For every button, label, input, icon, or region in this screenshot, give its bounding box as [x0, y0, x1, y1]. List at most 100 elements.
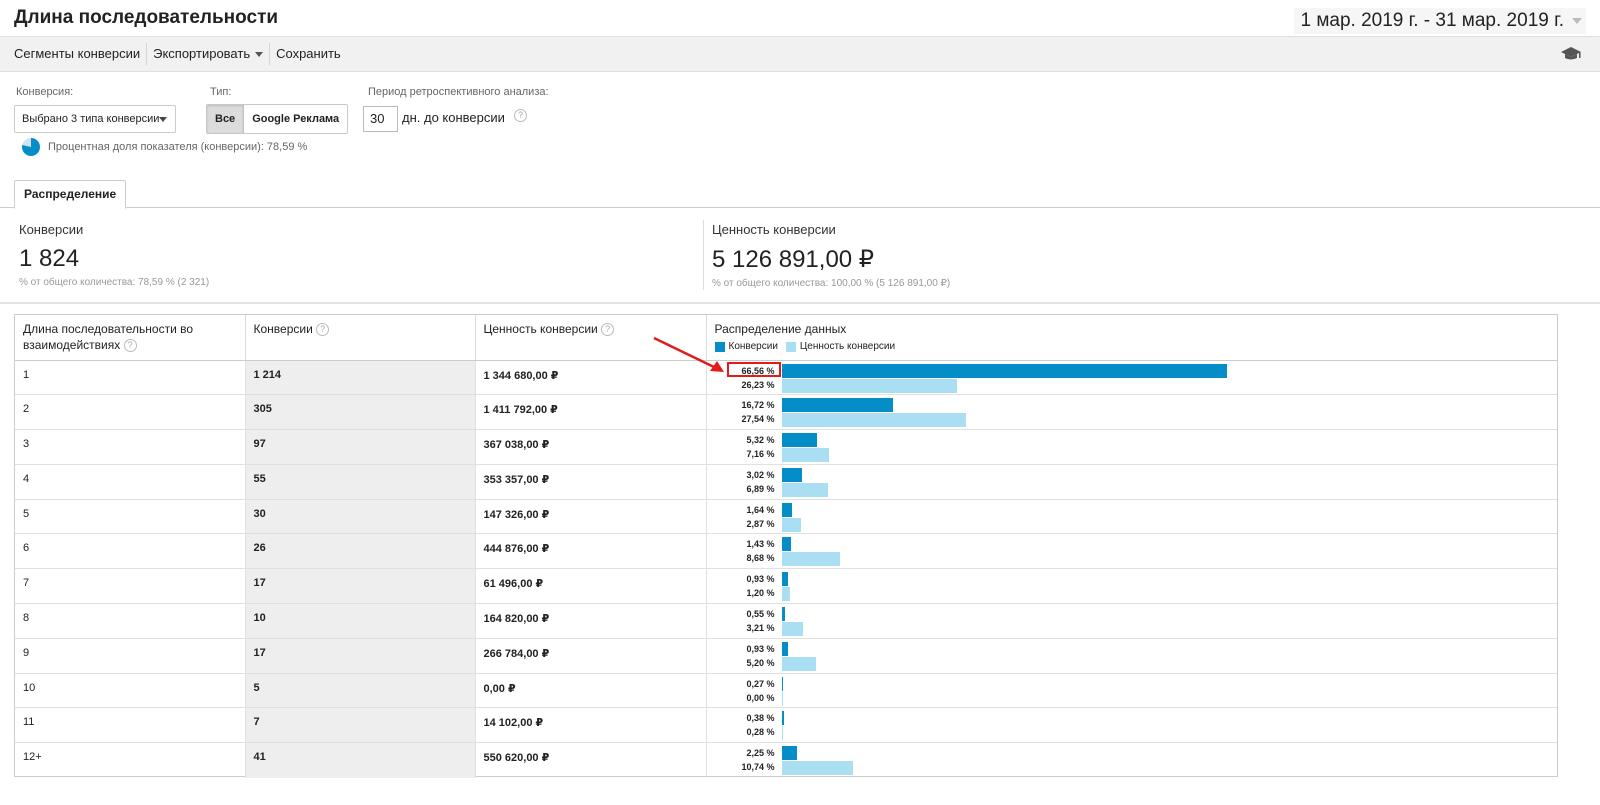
bar-area — [781, 676, 1542, 707]
caret-down-icon — [255, 51, 264, 57]
export-button[interactable]: Экспортировать — [147, 43, 271, 65]
header-length-label: Длина последовательности во взаимодейств… — [23, 322, 194, 352]
header-conversions[interactable]: Конверсии ? — [245, 315, 476, 361]
row-percentages: 0,27 % 0,00 % — [715, 677, 775, 705]
conversions-bar — [781, 363, 1227, 378]
value-metric-sub: % от общего количества: 100,00 % (5 126 … — [712, 278, 951, 289]
conversion-label: Конверсия: — [16, 86, 74, 98]
value-percent: 0,28 % — [746, 727, 775, 738]
bar-area — [781, 433, 1542, 463]
table-row[interactable]: 4 55 353 357,00 ₽ 3,02 % 6,89 % — [15, 464, 1557, 500]
segments-label: Сегменты конверсии — [14, 46, 141, 61]
table-row[interactable]: 12+ 41 550 620,00 ₽ 2,25 % 10,74 % — [15, 742, 1557, 778]
row-length: 12+ — [15, 742, 246, 778]
row-percentages: 3,02 % 6,89 % — [715, 468, 775, 496]
value-percent: 1,20 % — [746, 588, 775, 599]
pie-chart-icon — [22, 138, 40, 156]
row-length: 9 — [15, 638, 246, 674]
value-bar — [781, 761, 854, 776]
lookback-days-input[interactable]: 30 — [363, 106, 398, 132]
conversions-metric-sub: % от общего количества: 78,59 % (2 321) — [19, 277, 210, 288]
conversions-metric: Конверсии 1 824 % от общего количества: … — [19, 222, 209, 288]
row-length: 1 — [15, 360, 246, 396]
table-row[interactable]: 8 10 164 820,00 ₽ 0,55 % 3,21 % — [15, 603, 1557, 639]
row-percentages: 0,55 % 3,21 % — [715, 607, 775, 635]
segments-button[interactable]: Сегменты конверсии — [0, 43, 148, 65]
conversions-bar — [781, 641, 788, 656]
data-table: Длина последовательности во взаимодейств… — [14, 314, 1558, 778]
header-distribution: Распределение данных Конверсии Ценность … — [706, 315, 1557, 361]
conversions-bar — [781, 711, 785, 726]
table-row[interactable]: 6 26 444 876,00 ₽ 1,43 % 8,68 % — [15, 533, 1557, 570]
summary-panel: Конверсии 1 824 % от общего количества: … — [0, 208, 1600, 304]
table-row[interactable]: 5 30 147 326,00 ₽ 1,64 % 2,87 % — [15, 499, 1557, 535]
value-bar — [781, 587, 790, 602]
row-percentages: 1,43 % 8,68 % — [715, 537, 774, 565]
value-bar — [781, 656, 817, 671]
conversion-dropdown[interactable]: Выбрано 3 типа конверсии — [14, 105, 176, 133]
row-length: 11 — [15, 707, 246, 744]
conversions-percent: 1,64 % — [746, 504, 775, 515]
table-row[interactable]: 3 97 367 038,00 ₽ 5,32 % 7,16 % — [15, 429, 1557, 465]
save-label: Сохранить — [276, 46, 341, 61]
conversions-percent: 5,32 % — [746, 435, 775, 446]
caret-down-icon — [159, 117, 167, 122]
conversions-percent: 0,27 % — [746, 678, 775, 689]
row-percentages: 0,38 % 0,28 % — [715, 711, 775, 739]
table-row[interactable]: 7 17 61 496,00 ₽ 0,93 % 1,20 % — [15, 568, 1557, 605]
legend-conversions-label: Конверсии — [728, 341, 778, 352]
bar-area — [781, 572, 1542, 602]
value-percent: 6,89 % — [746, 483, 775, 494]
conversions-percent: 0,55 % — [746, 609, 775, 620]
row-length: 5 — [15, 499, 246, 535]
help-icon[interactable]: ? — [316, 323, 330, 337]
value-bar — [781, 726, 784, 741]
row-distribution: 0,93 % 5,20 % — [706, 638, 1557, 674]
value-percent: 0,00 % — [746, 692, 775, 703]
title-bar: Длина последовательности 1 мар. 2019 г. … — [0, 0, 1600, 36]
lookback-label: Период ретроспективного анализа: — [368, 86, 549, 98]
table-row[interactable]: 9 17 266 784,00 ₽ 0,93 % 5,20 % — [15, 638, 1557, 674]
conversions-percent: 3,02 % — [746, 469, 775, 480]
help-icon[interactable]: ? — [601, 323, 615, 337]
row-value: 164 820,00 ₽ — [475, 603, 707, 639]
row-percentages: 0,93 % 5,20 % — [715, 642, 775, 670]
graduation-cap-icon[interactable] — [1560, 46, 1582, 62]
conversions-percent: 16,72 % — [741, 400, 775, 411]
header-length[interactable]: Длина последовательности во взаимодейств… — [15, 315, 246, 361]
page-title: Длина последовательности — [14, 7, 279, 28]
value-percent: 5,20 % — [746, 657, 775, 668]
bar-area — [781, 467, 1542, 498]
row-conversions: 305 — [245, 394, 476, 431]
row-distribution: 1,64 % 2,87 % — [706, 499, 1557, 535]
table-row[interactable]: 2 305 1 411 792,00 ₽ 16,72 % 27,54 % — [15, 394, 1557, 431]
conversions-percent: 2,25 % — [746, 748, 775, 759]
value-bar — [781, 517, 801, 532]
row-conversions: 30 — [245, 499, 476, 535]
tab-distribution[interactable]: Распределение — [14, 180, 127, 209]
row-conversions: 17 — [245, 638, 476, 674]
value-percent: 10,74 % — [741, 762, 775, 773]
conversions-metric-label: Конверсии — [19, 222, 84, 237]
type-all-button[interactable]: Все — [207, 105, 245, 133]
value-percent: 27,54 % — [741, 414, 775, 425]
table-row[interactable]: 10 5 0,00 ₽ 0,27 % 0,00 % — [15, 673, 1557, 709]
help-icon[interactable]: ? — [514, 109, 527, 122]
help-icon[interactable]: ? — [123, 339, 137, 353]
type-google-ads-button[interactable]: Google Реклама — [244, 105, 348, 133]
table-row[interactable]: 11 7 14 102,00 ₽ 0,38 % 0,28 % — [15, 707, 1557, 744]
bar-area — [781, 537, 1542, 567]
table-row[interactable]: 11 214 1 344 680,00 ₽66,56 % 26,23 % — [15, 360, 1557, 396]
save-button[interactable]: Сохранить — [270, 43, 347, 65]
row-conversions: 5 — [245, 673, 476, 709]
row-percentages: 5,32 % 7,16 % — [715, 433, 775, 461]
conversions-bar — [781, 398, 894, 413]
bar-area — [781, 363, 1542, 394]
row-value: 147 326,00 ₽ — [475, 499, 707, 535]
toolbar: Сегменты конверсии Экспортировать Сохран… — [0, 36, 1600, 72]
row-length: 7 — [15, 568, 246, 605]
conversions-bar — [781, 467, 802, 482]
metric-divider — [703, 220, 704, 290]
date-range-picker[interactable]: 1 мар. 2019 г. - 31 мар. 2019 г. — [1294, 8, 1586, 34]
bar-area — [781, 746, 1542, 776]
